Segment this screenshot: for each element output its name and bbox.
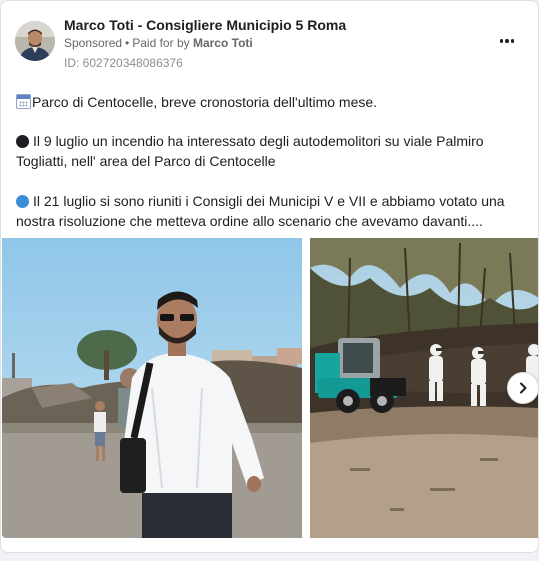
chevron-right-icon xyxy=(520,382,527,394)
paragraph-text: Il 21 luglio si sono riuniti i Consigli … xyxy=(16,193,505,229)
carousel-slide-photo-cleanup[interactable] xyxy=(310,238,538,538)
photo-burned-park-cleanup xyxy=(310,238,538,538)
post-paragraph-2: Il 9 luglio un incendio ha interessato d… xyxy=(16,131,524,171)
paragraph-text: Il 9 luglio un incendio ha interessato d… xyxy=(16,133,484,169)
author-avatar[interactable] xyxy=(15,21,55,61)
black-circle-emoji-icon xyxy=(16,135,29,148)
paragraph-text: Parco di Centocelle, breve cronostoria d… xyxy=(32,94,378,110)
ad-post-card: Marco Toti - Consigliere Municipio 5 Rom… xyxy=(0,0,539,553)
ad-id: ID: 602720348086376 xyxy=(64,56,183,70)
author-name[interactable]: Marco Toti - Consigliere Municipio 5 Rom… xyxy=(64,17,346,33)
carousel-slide-photo-man[interactable] xyxy=(2,238,302,538)
paid-by-name: Marco Toti xyxy=(192,36,253,50)
image-carousel xyxy=(2,238,538,538)
blue-circle-emoji-icon xyxy=(16,195,29,208)
calendar-emoji-icon xyxy=(16,94,31,109)
carousel-next-button[interactable] xyxy=(507,372,538,404)
more-options-button[interactable] xyxy=(495,31,519,51)
photo-man-in-white-shirt xyxy=(2,238,302,538)
paid-by-prefix: Paid for by xyxy=(132,36,190,50)
sponsored-meta: Sponsored • Paid for by Marco Toti xyxy=(64,36,253,50)
sponsored-label[interactable]: Sponsored xyxy=(64,36,122,50)
post-paragraph-3: Il 21 luglio si sono riuniti i Consigli … xyxy=(16,191,524,231)
post-paragraph-1: Parco di Centocelle, breve cronostoria d… xyxy=(16,92,524,112)
more-options-icon xyxy=(499,39,504,43)
